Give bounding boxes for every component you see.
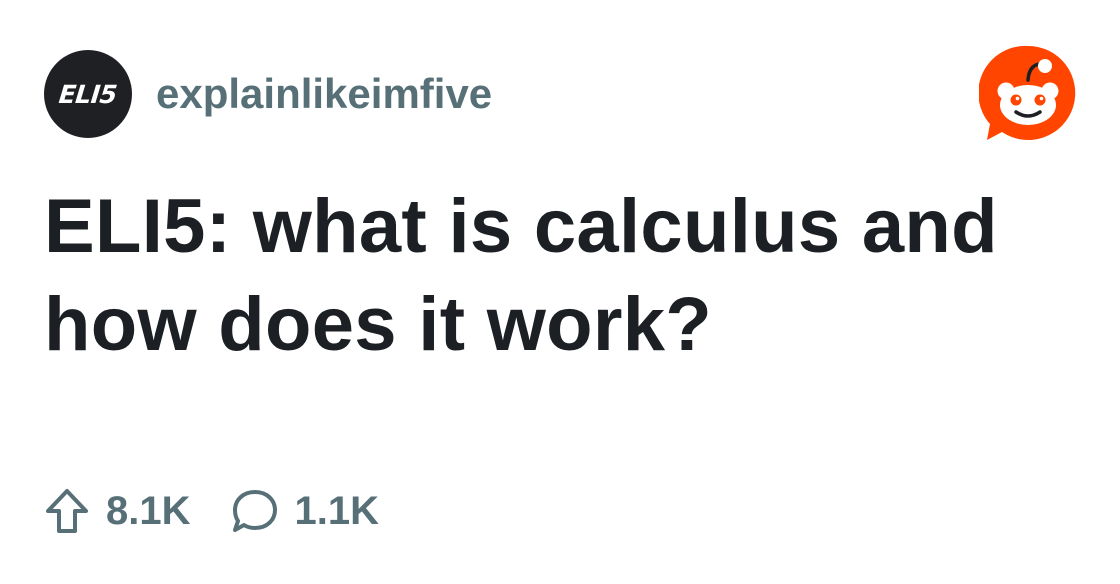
post-title[interactable]: ELI5: what is calculus and how does it w… — [44, 178, 1084, 374]
post-stats: 8.1K 1.1K — [44, 484, 379, 538]
community-name[interactable]: explainlikeimfive — [156, 70, 492, 118]
community-avatar-text: ELI5 — [57, 79, 119, 109]
comments-button[interactable]: 1.1K — [231, 488, 380, 534]
community-avatar[interactable]: ELI5 — [44, 50, 132, 138]
post-header: ELI5 explainlikeimfive — [44, 50, 492, 138]
upvote-arrow-icon — [46, 489, 88, 533]
upvote-button[interactable]: 8.1K — [44, 487, 191, 535]
reddit-logo-icon[interactable] — [979, 44, 1077, 142]
comment-bubble-icon — [232, 490, 277, 532]
upvote-count: 8.1K — [106, 488, 191, 533]
comment-count: 1.1K — [294, 488, 380, 533]
